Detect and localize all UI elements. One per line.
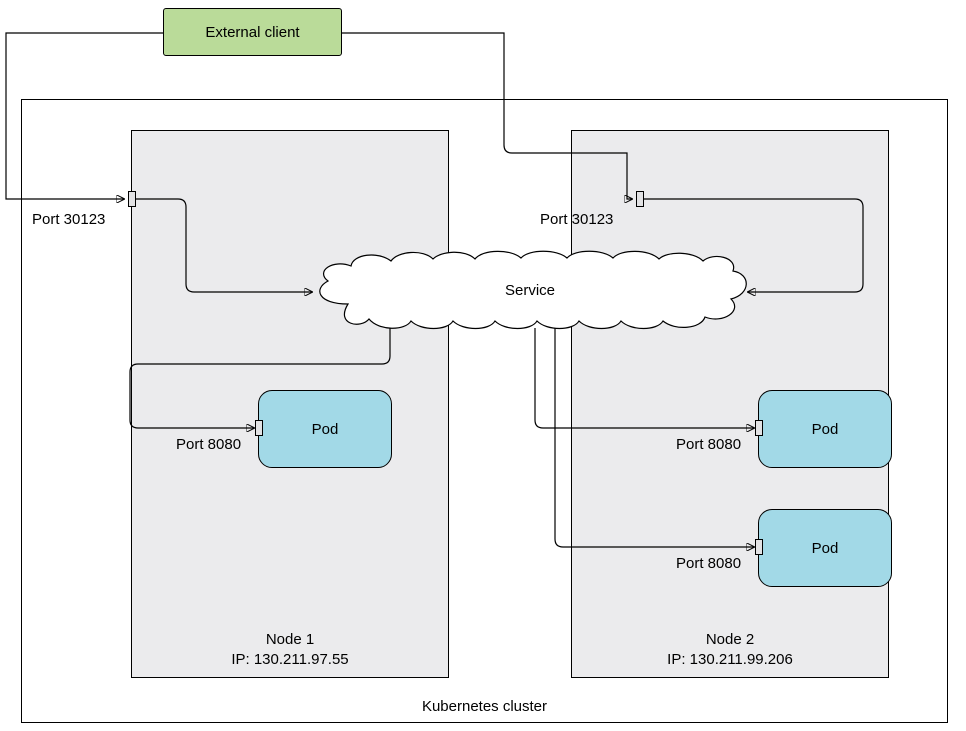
pod-port-marker-n2-2 [755, 539, 763, 555]
pod-box-n2-2: Pod [758, 509, 892, 587]
service-label: Service [505, 282, 555, 299]
node2-ip: IP: 130.211.99.206 [571, 651, 889, 668]
service-cloud: Service [313, 249, 747, 331]
pod-box-n2-1: Pod [758, 390, 892, 468]
pod-label: Pod [312, 421, 339, 438]
pod-port-label-n2-2: Port 8080 [676, 555, 741, 572]
pod-port-label-n2-1: Port 8080 [676, 436, 741, 453]
node1-ip: IP: 130.211.97.55 [131, 651, 449, 668]
pod-port-label-n1-1: Port 8080 [176, 436, 241, 453]
node2-name: Node 2 [571, 631, 889, 648]
node1-name: Node 1 [131, 631, 449, 648]
pod-label: Pod [812, 540, 839, 557]
pod-port-marker-n2-1 [755, 420, 763, 436]
external-client-box: External client [163, 8, 342, 56]
pod-port-marker-n1-1 [255, 420, 263, 436]
pod-label: Pod [812, 421, 839, 438]
node2-port-marker [636, 191, 644, 207]
node2-port-label: Port 30123 [540, 211, 613, 228]
external-client-label: External client [205, 24, 299, 41]
cluster-label: Kubernetes cluster [21, 698, 948, 715]
pod-box-n1-1: Pod [258, 390, 392, 468]
node1-port-label: Port 30123 [32, 211, 105, 228]
diagram-stage: Kubernetes cluster Node 1 IP: 130.211.97… [0, 0, 966, 731]
node1-port-marker [128, 191, 136, 207]
